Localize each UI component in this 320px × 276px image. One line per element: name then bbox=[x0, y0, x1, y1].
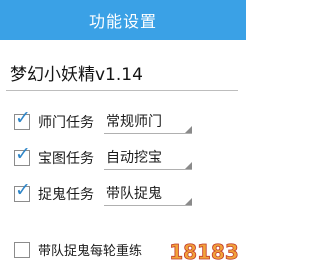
app-name: 梦幻小妖精v1.14 bbox=[10, 65, 143, 85]
task-row-shimen: ✓ 师门任务 常规师门 bbox=[0, 104, 246, 140]
dropdown-corner-icon bbox=[185, 162, 192, 169]
shimen-checkbox[interactable]: ✓ bbox=[14, 109, 31, 130]
select-underline bbox=[104, 169, 192, 170]
zhuogui-checkbox[interactable]: ✓ bbox=[14, 181, 31, 202]
baotu-checkbox[interactable]: ✓ bbox=[14, 145, 31, 166]
watermark-logo: 18183 bbox=[168, 236, 240, 268]
shimen-mode-select[interactable]: 常规师门 bbox=[104, 106, 192, 134]
baotu-label: 宝图任务 bbox=[38, 151, 94, 167]
checkmark-icon: ✓ bbox=[15, 107, 31, 129]
retrain-checkbox[interactable] bbox=[14, 242, 30, 258]
task-row-zhuogui: ✓ 捉鬼任务 带队捉鬼 bbox=[0, 176, 246, 212]
zhuogui-label: 捉鬼任务 bbox=[38, 187, 94, 203]
select-underline bbox=[104, 205, 192, 206]
checkmark-icon: ✓ bbox=[15, 179, 31, 201]
watermark-text: 18183 bbox=[169, 240, 239, 264]
baotu-mode-select[interactable]: 自动挖宝 bbox=[104, 142, 192, 170]
page-title: 功能设置 bbox=[88, 12, 157, 31]
select-underline bbox=[104, 133, 192, 134]
baotu-mode-value: 自动挖宝 bbox=[106, 150, 162, 166]
zhuogui-mode-select[interactable]: 带队捉鬼 bbox=[104, 178, 192, 206]
task-row-baotu: ✓ 宝图任务 自动挖宝 bbox=[0, 140, 246, 176]
retrain-label: 带队捉鬼每轮重练 bbox=[38, 244, 143, 259]
dropdown-corner-icon bbox=[185, 126, 192, 133]
dropdown-corner-icon bbox=[185, 198, 192, 205]
shimen-mode-value: 常规师门 bbox=[106, 114, 162, 130]
checkmark-icon: ✓ bbox=[15, 143, 31, 165]
shimen-label: 师门任务 bbox=[38, 115, 94, 131]
divider bbox=[6, 90, 238, 91]
title-bar: 功能设置 bbox=[0, 0, 246, 40]
zhuogui-mode-value: 带队捉鬼 bbox=[106, 186, 162, 202]
